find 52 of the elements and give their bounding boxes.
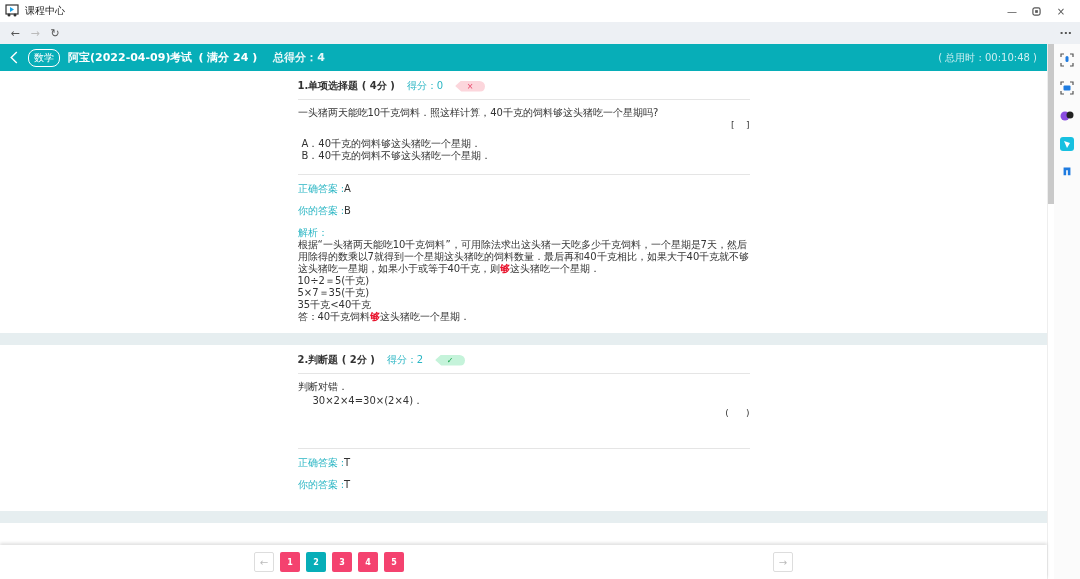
question-text: 判断对错． (297, 380, 349, 394)
more-button[interactable]: ··· (1059, 26, 1072, 40)
close-button[interactable]: × (1052, 5, 1070, 17)
answer-bracket: ( ) (725, 408, 750, 420)
analysis-text: 5×7＝35(千克) (297, 287, 371, 299)
question-heading: 1.单项选择题 ( 4分 ) (297, 79, 395, 93)
question-score: 得分：2 (386, 353, 424, 367)
page-button[interactable]: 4 (358, 552, 378, 572)
analysis-text: 35千克<40千克 (297, 299, 373, 311)
minimize-button[interactable]: — (1003, 5, 1021, 17)
answer-label: 你的答案 : (297, 479, 345, 490)
page-button[interactable]: 2 (306, 552, 326, 572)
answer-value: A (344, 183, 351, 194)
result-badge: ✓ (435, 354, 466, 366)
question-score: 得分：0 (406, 79, 444, 93)
app-logo-icon (5, 4, 19, 18)
app-tile-icon[interactable] (1060, 137, 1074, 151)
answer-value: B (344, 205, 351, 216)
page-button[interactable]: 3 (332, 552, 352, 572)
question-text: 一头猪两天能吃10千克饲料．照这样计算，40千克的饲料够这头猪吃一个星期吗? (297, 106, 660, 120)
answer-label: 正确答案 : (297, 457, 345, 468)
question-text: 30×2×4=30×(2×4)． (311, 394, 425, 408)
total-time: ( 总用时 : 00:10:48 ) (938, 50, 1037, 65)
answer-label: 正确答案 : (297, 183, 345, 194)
scan-microphone-icon[interactable] (1060, 53, 1074, 67)
restore-icon[interactable] (1032, 6, 1041, 16)
chat-bubbles-icon[interactable] (1060, 109, 1074, 123)
exam-title: 阿宝(2022-04-09)考试 (68, 50, 193, 65)
page-button[interactable]: 1 (280, 552, 300, 572)
result-badge: × (455, 80, 486, 92)
analysis-text: 答：40千克饲料够这头猪吃一个星期． (297, 311, 472, 323)
full-score: ( 满分 24 ) (198, 50, 258, 65)
answer-value: T (344, 457, 351, 468)
answer-value: T (344, 479, 351, 490)
total-score: 总得分：4 (273, 50, 325, 65)
answer-option: B．40千克的饲料不够这头猪吃一个星期． (297, 150, 750, 162)
question-heading: 2.判断题 ( 2分 ) (297, 353, 375, 367)
previous-page-button[interactable]: ← (254, 552, 274, 572)
subject-tag: 数学 (28, 48, 60, 67)
analysis-text: 10÷2＝5(千克) (297, 275, 371, 287)
reload-button[interactable]: ↻ (48, 26, 62, 40)
analysis-text: 根据“一头猪两天能吃10千克饲料”，可用除法求出这头猪一天吃多少千克饲料，一个星期是7天，然后用除得的数乘以7就得到一个星期这头猪吃的饲料数量．最后再和40千克相比，如果大于40千克就不够这头猪吃一星期，如果小于或等于40千克，则够这头猪吃一个星期． (297, 239, 750, 275)
answer-bracket: [ ] (731, 120, 750, 132)
scan-camera-icon[interactable] (1060, 81, 1074, 95)
page-button[interactable]: 5 (384, 552, 404, 572)
answer-label: 你的答案 : (297, 205, 345, 216)
next-page-button[interactable]: → (773, 552, 793, 572)
back-button[interactable]: ← (8, 26, 22, 40)
back-chevron-icon[interactable] (10, 51, 18, 64)
window-title: 课程中心 (25, 4, 65, 18)
answer-option: A．40千克的饲料够这头猪吃一个星期． (297, 138, 750, 150)
analysis-label: 解析： (297, 227, 329, 239)
